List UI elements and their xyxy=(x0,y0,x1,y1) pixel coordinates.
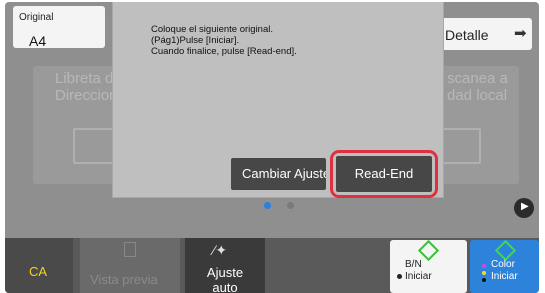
dialog-line-1: Coloque el siguiente original. xyxy=(151,24,273,35)
page-dot[interactable] xyxy=(287,202,294,209)
ajuste-auto-label: Ajuste auto xyxy=(206,265,244,293)
screen: Original A4 Detalle ➡ Libreta d Direccion… xyxy=(0,0,545,293)
original-setting[interactable]: Original A4 xyxy=(13,6,105,49)
address-book-icon xyxy=(73,128,117,164)
read-end-button[interactable]: Read-End xyxy=(336,156,432,192)
scan-local-label: scanea a dad local xyxy=(447,70,508,104)
ca-button[interactable]: CA xyxy=(5,238,73,293)
next-page-button[interactable]: ▶ xyxy=(514,198,534,218)
cambiar-ajuste-button[interactable]: Cambiar Ajuste xyxy=(231,158,326,190)
device-panel: Original A4 Detalle ➡ Libreta d Direccion… xyxy=(5,2,539,293)
vista-previa-label: Vista previa xyxy=(90,272,158,287)
bn-start-button[interactable]: B/N Iniciar xyxy=(390,239,467,293)
address-book-label: Libreta d Direccion xyxy=(55,70,118,104)
bottom-bar: CA Vista previa ⁄✦ Ajuste auto B/N Iniciar xyxy=(5,238,539,293)
yellow-dot xyxy=(482,271,486,275)
black-dot xyxy=(482,278,486,282)
detalle-label: Detalle xyxy=(445,27,489,43)
play-icon: ▶ xyxy=(521,201,529,212)
arrow-right-icon: ➡ xyxy=(514,25,527,42)
magic-wand-icon: ⁄✦ xyxy=(213,242,228,258)
detalle-button[interactable]: Detalle ➡ xyxy=(435,18,532,50)
bn-label: B/N Iniciar xyxy=(405,259,432,282)
page-dot-active[interactable] xyxy=(264,202,271,209)
vista-previa-button[interactable]: Vista previa xyxy=(80,238,180,293)
dialog-message: Coloque el siguiente original. (Pág1)Pul… xyxy=(151,24,297,57)
bn-dot xyxy=(397,274,402,279)
dialog-line-2: (Pág1)Pulse [Iniciar]. xyxy=(151,35,240,46)
color-label: Color Iniciar xyxy=(491,259,518,282)
magenta-dot xyxy=(482,264,486,268)
dialog-line-3: Cuando finalice, pulse [Read-end]. xyxy=(151,46,297,57)
color-start-button[interactable]: Color Iniciar xyxy=(470,239,539,293)
ca-label: CA xyxy=(29,264,48,279)
start-diamond-icon xyxy=(494,239,517,262)
preview-icon xyxy=(124,242,136,257)
original-size-value: A4 xyxy=(29,33,47,49)
original-label: Original xyxy=(19,12,54,23)
ajuste-auto-button[interactable]: ⁄✦ Ajuste auto xyxy=(185,238,265,293)
read-end-dialog: Coloque el siguiente original. (Pág1)Pul… xyxy=(112,2,444,198)
start-diamond-icon xyxy=(417,239,440,262)
